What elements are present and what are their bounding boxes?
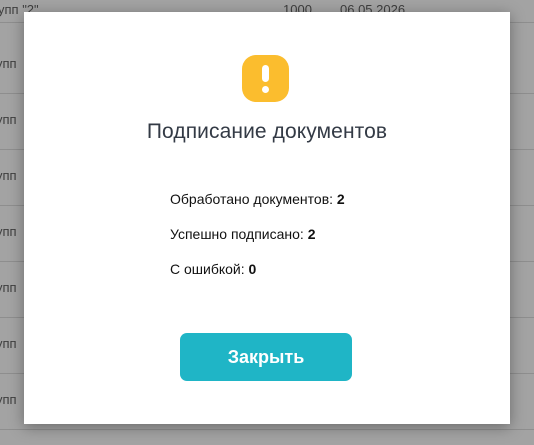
warning-icon bbox=[242, 55, 289, 102]
stat-processed: Обработано документов: 2 bbox=[170, 191, 345, 226]
warning-icon-dot bbox=[262, 86, 269, 93]
stat-value: 2 bbox=[336, 191, 345, 207]
stat-value: 2 bbox=[307, 226, 316, 242]
stats-list: Обработано документов: 2 Успешно подписа… bbox=[170, 191, 345, 296]
stat-label: С ошибкой: bbox=[170, 261, 245, 277]
stat-label: Успешно подписано: bbox=[170, 226, 304, 242]
warning-icon-bar bbox=[262, 65, 269, 82]
dialog-title: Подписание документов bbox=[146, 120, 388, 143]
signing-result-dialog: Подписание документов Обработано докумен… bbox=[24, 12, 510, 424]
stat-signed: Успешно подписано: 2 bbox=[170, 226, 345, 261]
close-button[interactable]: Закрыть bbox=[180, 333, 352, 381]
stat-label: Обработано документов: bbox=[170, 191, 334, 207]
stat-errors: С ошибкой: 0 bbox=[170, 261, 345, 296]
stat-value: 0 bbox=[248, 261, 257, 277]
page: упп "2" 1000 06.05.2026 упп упп упп упп … bbox=[0, 0, 534, 445]
